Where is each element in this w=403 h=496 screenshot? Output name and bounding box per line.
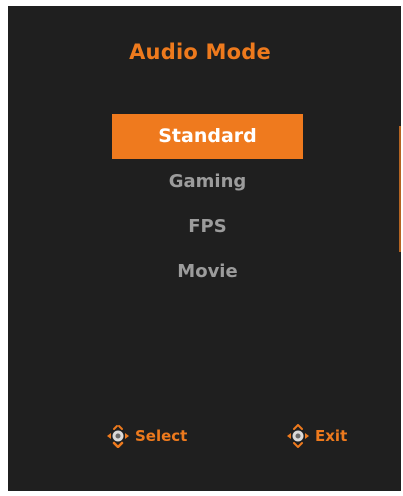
exit-hint: Exit — [283, 424, 347, 448]
audio-mode-menu: Standard Gaming FPS Movie — [112, 114, 303, 294]
menu-title: Audio Mode — [129, 40, 271, 64]
menu-item-movie[interactable]: Movie — [112, 249, 303, 294]
joystick-nav-icon — [287, 424, 309, 448]
joystick-nav-icon — [107, 425, 129, 448]
exit-label: Exit — [315, 427, 348, 445]
menu-item-gaming[interactable]: Gaming — [112, 159, 303, 204]
select-label: Select — [135, 427, 188, 445]
select-hint: Select — [103, 424, 187, 448]
menu-item-standard[interactable]: Standard — [112, 114, 303, 159]
menu-scrollbar — [399, 126, 401, 252]
menu-item-fps[interactable]: FPS — [112, 204, 303, 249]
